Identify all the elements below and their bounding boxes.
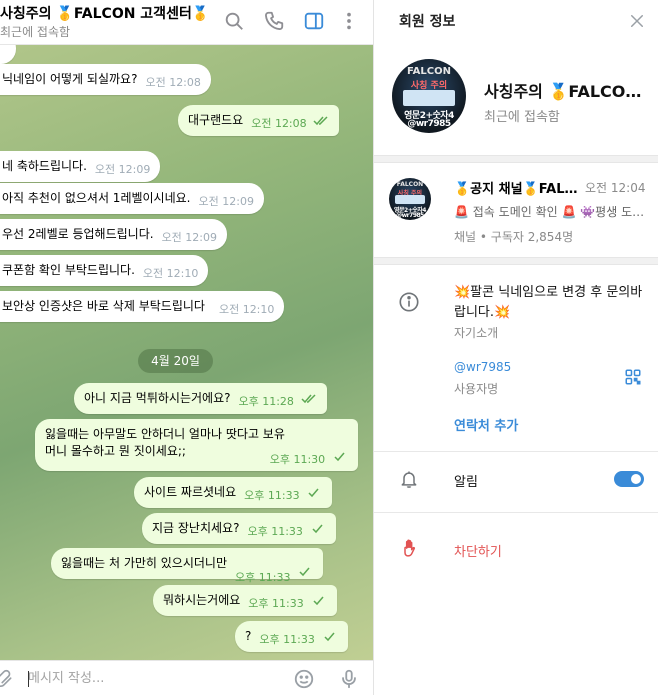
qr-code-icon[interactable]: [624, 368, 642, 386]
message-time: 오후 11:28: [238, 395, 294, 408]
message-input[interactable]: [28, 667, 278, 689]
profile-name: 사칭주의 🥇FALCON 고객센터🥇: [484, 82, 649, 101]
channel-avatar: FALCON 사칭 주의 영문2+숫자4 @wr7985: [389, 178, 431, 220]
bell-icon: [399, 469, 419, 489]
info-icon: [398, 291, 420, 313]
double-check-icon: [313, 115, 328, 125]
notifications-label: 알림: [454, 475, 478, 490]
avatar-graphic: [403, 90, 455, 106]
message-time: 오후 11:33: [259, 633, 315, 646]
message-bubble[interactable]: 닉네임이 어떻게 되실까요? 오전 12:08: [0, 64, 211, 95]
side-panel-toggle-icon[interactable]: [303, 10, 325, 32]
section-line: [374, 512, 658, 513]
check-icon: [312, 524, 323, 533]
double-check-icon: [301, 393, 316, 403]
message-bubble[interactable]: 사이트 짜르셧네요 오후 11:33: [134, 477, 333, 508]
message-bubble[interactable]: 네 축하드립니다. 오전 12:09: [0, 151, 161, 182]
section-divider: [374, 257, 658, 265]
bio-label: 자기소개: [454, 326, 499, 340]
message-bubble[interactable]: 뭐하시는거에요 오후 11:33: [153, 585, 337, 616]
message-bubble[interactable]: 대구랜드요 오전 12:08: [178, 105, 340, 136]
toggle-knob: [629, 472, 643, 486]
message-text: 아직 추천이 없으셔서 1레벨이시네요.: [2, 191, 191, 205]
close-icon[interactable]: [628, 12, 646, 30]
message-text: 보안상 인증샷은 바로 삭제 부탁드립니다: [2, 299, 205, 313]
message-text: 지금 장난치세요?: [152, 521, 240, 535]
message-time: 오전 12:10: [142, 267, 199, 280]
microphone-icon[interactable]: [338, 668, 360, 690]
message-text: 아니 지금 먹튀하시는거에요?: [84, 391, 231, 405]
message-bubble[interactable]: 쿠폰함 확인 부탁드립니다. 오전 12:10: [0, 255, 209, 286]
message-text: 잃을때는 아무말도 안하더니 얼마나 땃다고 보유머니 몰수하고 뭔 짓이세요;…: [45, 427, 285, 458]
add-contact-button[interactable]: 연락처 추가: [454, 415, 518, 434]
message-text: 사이트 짜르셧네요: [144, 485, 237, 499]
emoji-icon[interactable]: [293, 668, 315, 690]
attach-icon[interactable]: [0, 669, 14, 689]
user-info-panel: 회원 정보 FALCON 사칭 주의 영문2+숫자4 @wr7985 사칭주의 …: [373, 0, 658, 695]
message-bubble[interactable]: 보안상 인증샷은 바로 삭제 부탁드립니다 오전 12:10: [0, 291, 285, 322]
check-icon: [308, 488, 319, 497]
message-time: 오후 11:33: [235, 571, 291, 584]
message-text: 우선 2레벨로 등업해드립니다.: [2, 227, 154, 241]
search-icon[interactable]: [223, 10, 245, 32]
message-text: ?: [245, 629, 252, 643]
message-time: 오전 12:09: [161, 231, 217, 244]
message-bubble[interactable]: ? 오후 11:33: [235, 621, 348, 652]
section-line: [374, 451, 658, 452]
more-icon[interactable]: [338, 10, 360, 32]
chat-pane: 사칭주의 🥇FALCON 고객센터🥇 최근에 접속함 닉네임이 어떻게 되실까요…: [0, 0, 373, 695]
message-text: 대구랜드요: [188, 113, 244, 127]
message-time: 오전 12:09: [94, 163, 151, 176]
message-time: 오후 11:33: [244, 489, 300, 502]
channel-subscribers: 채널 • 구독자 2,854명: [454, 230, 574, 244]
message-bubble[interactable]: 지금 장난치세요? 오후 11:33: [142, 513, 336, 544]
username-link[interactable]: @wr7985: [454, 360, 511, 374]
message-text: 쿠폰함 확인 부탁드립니다.: [2, 263, 135, 277]
bio-text[interactable]: 💥팔콘 닉네임으로 변경 후 문의바랍니다.💥: [454, 283, 644, 323]
message-composer: [0, 660, 373, 695]
section-divider: [374, 155, 658, 163]
message-bubble[interactable]: 잃을때는 처 가만히 있으시더니만오후 11:33: [51, 548, 324, 584]
chat-header[interactable]: 사칭주의 🥇FALCON 고객센터🥇 최근에 접속함: [0, 0, 373, 45]
message-text: 잃을때는 처 가만히 있으시더니만: [61, 556, 228, 570]
chat-status: 최근에 접속함: [0, 25, 71, 39]
message-time: 오전 12:08: [251, 117, 307, 130]
phone-icon[interactable]: [263, 10, 285, 32]
message-bubble[interactable]: 아직 추천이 없으셔서 1레벨이시네요. 오전 12:09: [0, 183, 264, 214]
username-label: 사용자명: [454, 382, 499, 396]
message-time: 오후 11:30: [269, 453, 326, 466]
check-icon: [299, 567, 310, 576]
message-time: 오후 11:33: [248, 597, 304, 610]
message-time: 오전 12:09: [198, 195, 254, 208]
message-text: 닉네임이 어떻게 되실까요?: [2, 72, 138, 86]
avatar-logo-text: FALCON: [406, 66, 451, 77]
message-bubble[interactable]: 아니 지금 먹튀하시는거에요? 오후 11:28: [74, 383, 327, 414]
profile-status: 최근에 접속함: [484, 110, 560, 125]
message-time: 오전 12:10: [218, 303, 275, 316]
channel-time: 오전 12:04: [585, 181, 646, 195]
check-icon: [313, 596, 324, 605]
block-user-button[interactable]: 차단하기: [454, 541, 502, 560]
message-bubble[interactable]: 잃을때는 아무말도 안하더니 얼마나 땃다고 보유머니 몰수하고 뭔 짓이세요;…: [35, 419, 358, 471]
message-bubble[interactable]: 우선 2레벨로 등업해드립니다. 오전 12:09: [0, 219, 227, 250]
channel-avatar-graphic: [395, 195, 425, 204]
message-text: 뭐하시는거에요: [163, 593, 241, 607]
message-time: 오전 12:08: [145, 76, 201, 89]
channel-preview: 🚨 접속 도메인 확인 🚨 👾평생 도메인: [454, 205, 647, 219]
channel-avatar-handle: @wr7985: [396, 212, 424, 219]
avatar[interactable]: FALCON 사칭 주의 영문2+숫자4 @wr7985: [392, 59, 466, 133]
channel-name: 🥇공지 채널🥇FALCON: [454, 182, 584, 197]
message-list[interactable]: 닉네임이 어떻게 되실까요? 오전 12:08 대구랜드요 오전 12:08 네 축…: [0, 33, 373, 660]
date-divider: 4월 20일: [138, 349, 213, 373]
channel-avatar-logo: FALCON: [396, 181, 424, 188]
check-icon: [334, 452, 345, 461]
check-icon: [324, 632, 335, 641]
chat-title[interactable]: 사칭주의 🥇FALCON 고객센터🥇: [0, 3, 209, 23]
message-time: 오후 11:33: [247, 525, 303, 538]
panel-title: 회원 정보: [399, 14, 456, 30]
block-hand-icon[interactable]: [400, 538, 420, 558]
message-text: 네 축하드립니다.: [2, 159, 87, 173]
notifications-toggle[interactable]: [614, 471, 644, 487]
avatar-handle: @wr7985: [407, 119, 451, 129]
